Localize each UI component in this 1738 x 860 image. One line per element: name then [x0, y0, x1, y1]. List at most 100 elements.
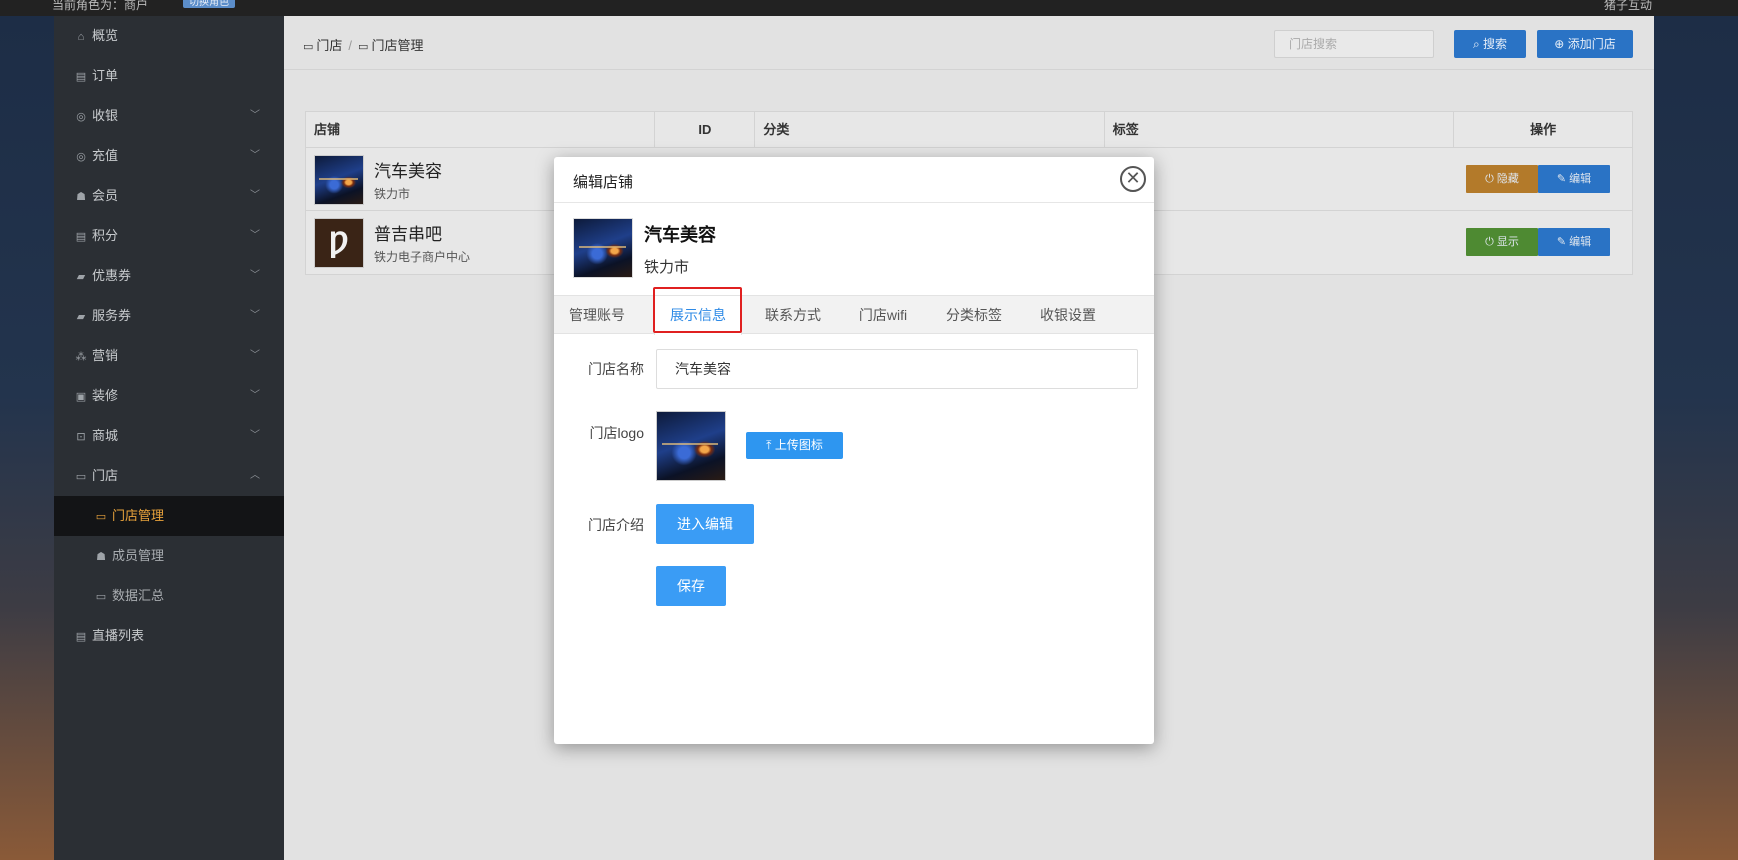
add-store-button[interactable]: ⊕ 添加门店 — [1537, 30, 1633, 58]
sidebar-item-label: 成员管理 — [112, 548, 165, 563]
shop-name: 普吉串吧 — [374, 225, 442, 244]
current-role[interactable]: 当前角色为：商户 — [52, 0, 148, 13]
mall-icon: ⊡ — [76, 431, 86, 443]
chevron-down-icon: ﹀ — [250, 310, 260, 321]
sidebar-item-data-summary[interactable]: ▭ 数据汇总 — [54, 576, 284, 616]
edit-button[interactable]: ✎ 编辑 — [1538, 165, 1610, 193]
chevron-down-icon: ﹀ — [250, 110, 260, 121]
breadcrumb-current: 门店管理 — [371, 38, 424, 53]
dialog-tabs: 管理账号 展示信息 联系方式 门店wifi 分类标签 收银设置 — [554, 295, 1154, 335]
switch-role-badge[interactable]: 切换角色 — [183, 0, 235, 8]
chevron-down-icon: ﹀ — [250, 270, 260, 281]
chevron-down-icon: ﹀ — [250, 390, 260, 401]
tab-cashier-settings[interactable]: 收银设置 — [1028, 296, 1108, 334]
recharge-icon: ◎ — [76, 151, 86, 163]
sidebar-item-member-management[interactable]: ☗ 成员管理 — [54, 536, 284, 576]
chevron-down-icon: ﹀ — [250, 430, 260, 441]
column-header-actions: 操作 — [1530, 122, 1557, 137]
store-name-field[interactable]: 汽车美容 — [656, 349, 1138, 389]
power-icon: ⏻ — [1485, 236, 1497, 248]
pencil-icon: ✎ — [1556, 236, 1570, 248]
tab-contact[interactable]: 联系方式 — [754, 296, 832, 334]
save-button[interactable]: 保存 — [656, 566, 726, 606]
background-right — [1654, 16, 1738, 860]
sidebar-item-store-management[interactable]: ▭ 门店管理 — [54, 496, 284, 536]
edit-button[interactable]: ✎ 编辑 — [1538, 228, 1610, 256]
upload-icon-button[interactable]: ⤒ 上传图标 — [746, 432, 843, 459]
show-button[interactable]: ⏻ 显示 — [1466, 228, 1538, 256]
hide-label: 隐藏 — [1496, 173, 1519, 185]
search-button[interactable]: ⌕ 搜索 — [1454, 30, 1526, 58]
store-icon: ▭ — [358, 41, 369, 53]
close-icon[interactable]: ✕ — [1120, 166, 1146, 192]
marketing-icon: ⁂ — [75, 351, 87, 363]
sidebar-item-decoration[interactable]: ▣ 装修 ﹀ — [54, 376, 284, 416]
show-label: 显示 — [1496, 236, 1519, 248]
sidebar-item-members[interactable]: ☗ 会员 ﹀ — [54, 176, 284, 216]
store-intro-label: 门店介绍 — [588, 517, 644, 533]
shop-name: 汽车美容 — [374, 162, 442, 181]
search-input[interactable]: 门店搜索 — [1274, 30, 1434, 58]
chevron-down-icon: ﹀ — [250, 190, 260, 201]
store-manage-icon: ▭ — [95, 511, 107, 523]
sidebar: ⌂ 概览 ▤ 订单 ◎ 收银 ﹀ ◎ 充值 ﹀ ☗ 会员 ﹀ ▤ 积分 ﹀ ▰ 优惠券 ﹀ ▰ 服务券 ﹀ … — [54, 16, 284, 860]
column-header-category: 分类 — [755, 112, 1105, 147]
sidebar-item-label: 商城 — [92, 428, 119, 443]
sidebar-item-label: 充值 — [92, 148, 119, 163]
sidebar-item-label: 门店管理 — [112, 508, 165, 523]
enter-edit-button[interactable]: 进入编辑 — [656, 504, 754, 544]
shop-logo-image: Ƿ — [314, 218, 364, 268]
service-coupon-icon: ▰ — [76, 311, 86, 323]
sidebar-item-orders[interactable]: ▤ 订单 — [54, 56, 284, 96]
dialog-header: 编辑店铺 ✕ — [554, 157, 1154, 203]
store-name-label: 门店名称 — [588, 361, 644, 377]
header-bar: ▭ 门店 / ▭ 门店管理 门店搜索 ⌕ 搜索 ⊕ 添加门店 — [284, 16, 1654, 70]
sidebar-item-cashier[interactable]: ◎ 收银 ﹀ — [54, 96, 284, 136]
breadcrumb-separator: / — [348, 38, 353, 53]
points-icon: ▤ — [75, 231, 87, 243]
sidebar-item-coupons[interactable]: ▰ 优惠券 ﹀ — [54, 256, 284, 296]
chevron-down-icon: ﹀ — [250, 350, 260, 361]
edit-label: 编辑 — [1569, 236, 1592, 248]
store-logo-preview — [656, 411, 726, 481]
highlight-box — [653, 287, 742, 333]
dialog-title: 编辑店铺 — [573, 174, 634, 191]
sidebar-item-service-coupons[interactable]: ▰ 服务券 ﹀ — [54, 296, 284, 336]
store-logo-image — [573, 218, 633, 278]
sidebar-item-mall[interactable]: ⊡ 商城 ﹀ — [54, 416, 284, 456]
member-icon: ☗ — [76, 191, 86, 203]
tab-wifi[interactable]: 门店wifi — [846, 296, 920, 334]
order-icon: ▤ — [75, 71, 87, 83]
table-header: 店铺 ID 分类 标签 操作 — [306, 112, 1632, 148]
pencil-icon: ✎ — [1556, 173, 1570, 185]
sidebar-item-label: 订单 — [92, 68, 119, 83]
sidebar-item-recharge[interactable]: ◎ 充值 ﹀ — [54, 136, 284, 176]
sidebar-item-store[interactable]: ▭ 门店 ︿ — [54, 456, 284, 496]
user-menu[interactable]: 猪子互动 — [1604, 0, 1652, 13]
column-header-shop: 店铺 — [306, 112, 656, 147]
tab-accounts[interactable]: 管理账号 — [560, 296, 634, 334]
add-store-label: 添加门店 — [1567, 37, 1616, 51]
decor-icon: ▣ — [75, 391, 87, 403]
hide-button[interactable]: ⏻ 隐藏 — [1466, 165, 1538, 193]
power-icon: ⏻ — [1485, 173, 1497, 185]
search-button-label: 搜索 — [1483, 37, 1508, 51]
store-address: 铁力市 — [644, 259, 690, 276]
data-icon: ▭ — [95, 591, 107, 603]
upload-button-label: 上传图标 — [774, 438, 823, 452]
edit-store-dialog: 编辑店铺 ✕ 汽车美容 铁力市 管理账号 展示信息 联系方式 门店wifi 分类… — [554, 157, 1154, 744]
sidebar-item-label: 优惠券 — [92, 268, 132, 283]
sidebar-item-label: 数据汇总 — [112, 588, 165, 603]
sidebar-item-overview[interactable]: ⌂ 概览 — [54, 16, 284, 56]
sidebar-item-points[interactable]: ▤ 积分 ﹀ — [54, 216, 284, 256]
chevron-down-icon: ﹀ — [250, 230, 260, 241]
home-icon: ⌂ — [77, 31, 85, 43]
chevron-down-icon: ﹀ — [250, 150, 260, 161]
store-summary: 汽车美容 铁力市 — [554, 203, 1154, 295]
edit-label: 编辑 — [1569, 173, 1592, 185]
breadcrumb-root[interactable]: 门店 — [316, 38, 342, 53]
tab-category-tags[interactable]: 分类标签 — [934, 296, 1014, 334]
sidebar-item-live-list[interactable]: ▤ 直播列表 — [54, 616, 284, 656]
sidebar-item-marketing[interactable]: ⁂ 营销 ﹀ — [54, 336, 284, 376]
breadcrumb: ▭ 门店 / ▭ 门店管理 — [303, 35, 423, 54]
